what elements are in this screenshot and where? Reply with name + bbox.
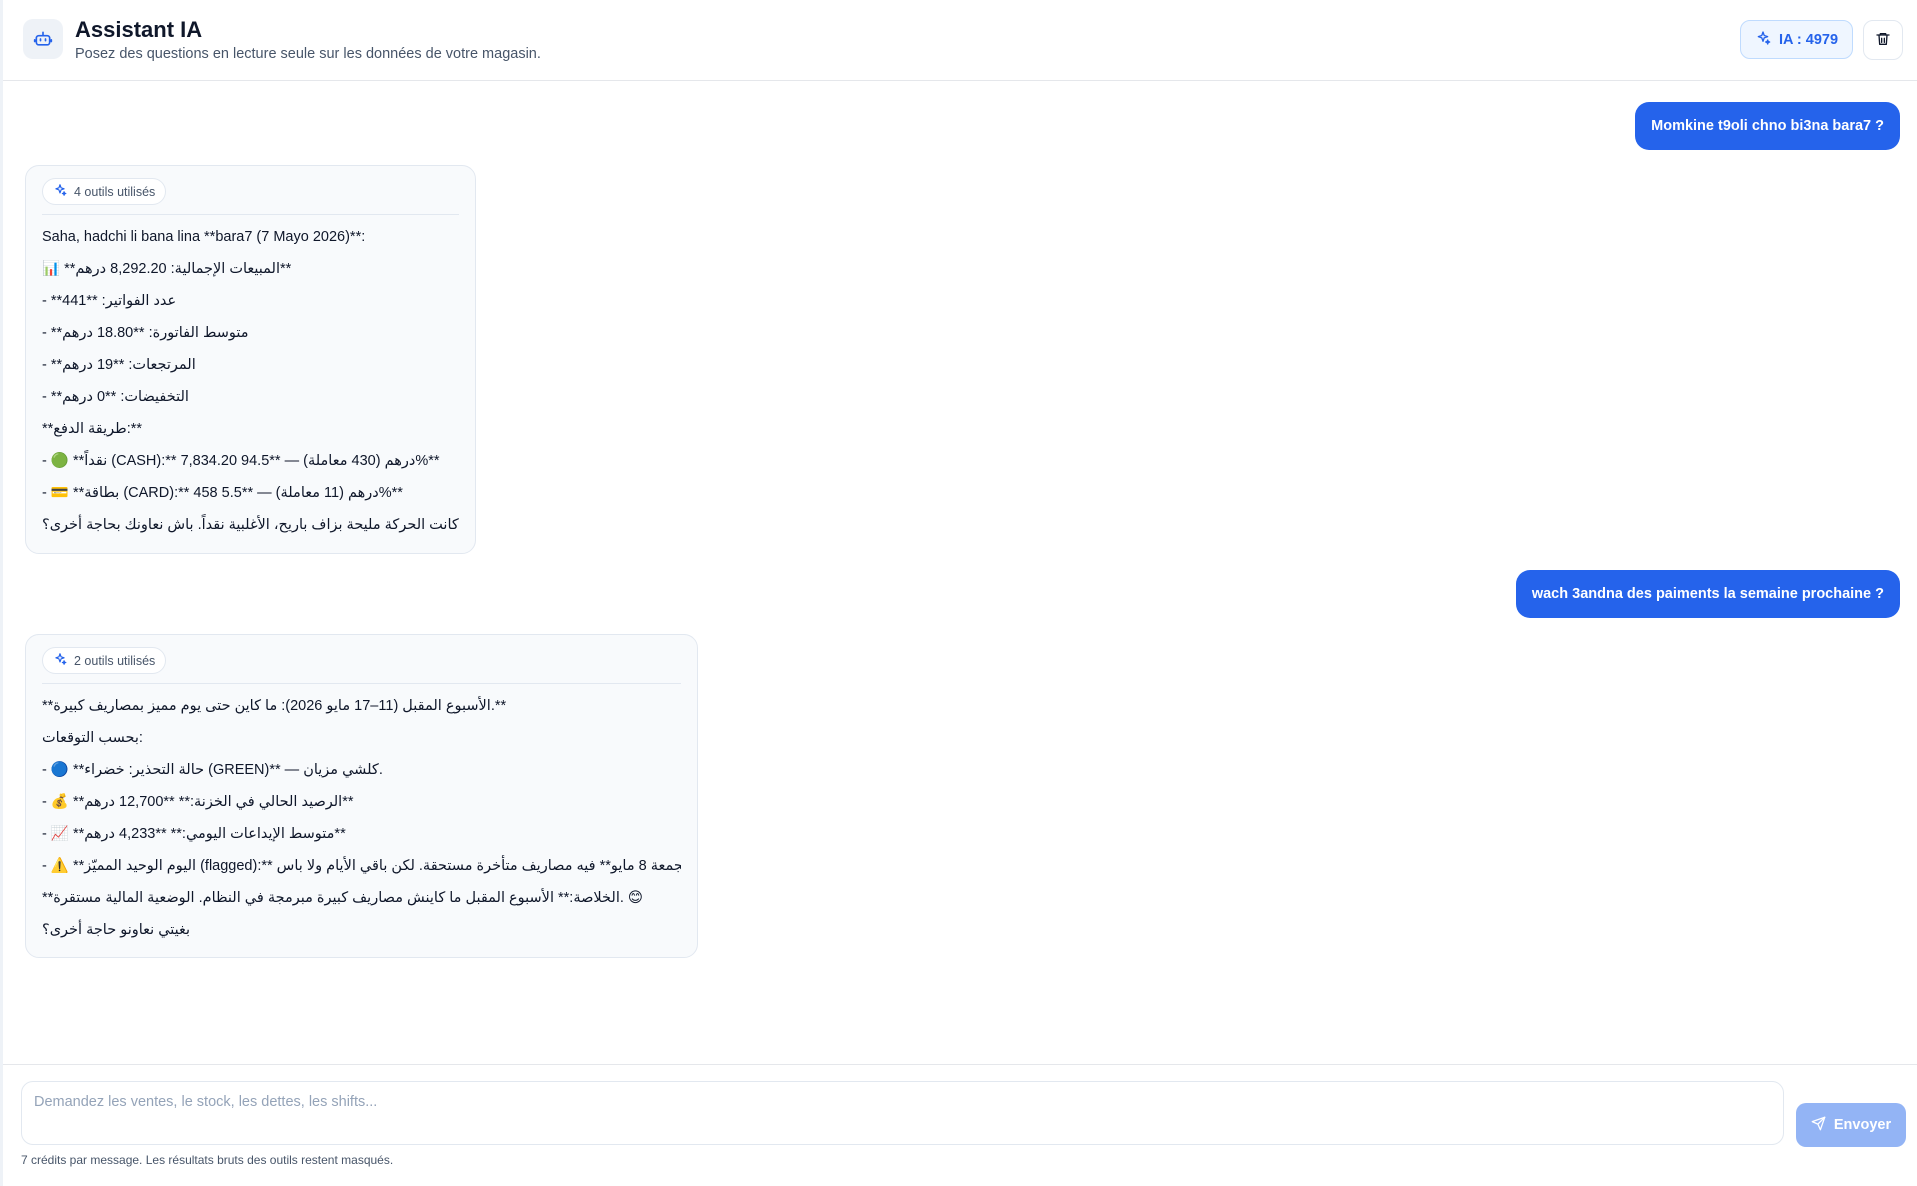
card-divider: [42, 683, 681, 684]
assistant-line: **الخلاصة:** الأسبوع المقبل ما كاينش مصا…: [42, 890, 644, 906]
assistant-line: - **عدد الفواتير: **441: [42, 293, 177, 309]
assistant-line: - **متوسط الفاتورة: **18.80 درهم: [42, 325, 249, 341]
assistant-line: 📊 **المبيعات الإجمالية: 8,292.20 درهم**: [42, 261, 292, 277]
chat-input[interactable]: [21, 1081, 1784, 1145]
footer-note: 7 crédits par message. Les résultats bru…: [21, 1153, 394, 1167]
assistant-line: - ⚠️ **اليوم الوحيد المميّز (flagged):**…: [42, 858, 681, 874]
assistant-line: **الأسبوع المقبل (11–17 مايو 2026): ما ك…: [42, 698, 507, 714]
assistant-line: Saha, hadchi li bana lina **bara7 (7 May…: [42, 229, 366, 245]
user-message-text: Momkine t9oli chno bi3na bara7 ?: [1651, 118, 1884, 134]
assistant-line: بحسب التوقعات:: [42, 730, 143, 746]
page-subtitle: Posez des questions en lecture seule sur…: [75, 46, 541, 62]
send-button[interactable]: Envoyer: [1796, 1103, 1906, 1147]
send-icon: [1811, 1116, 1826, 1135]
message-list[interactable]: Momkine t9oli chno bi3na bara7 ? 4 outil…: [3, 82, 1917, 1064]
tools-used-pill[interactable]: 2 outils utilisés: [42, 647, 167, 674]
user-message-text: wach 3andna des paiments la semaine proc…: [1531, 586, 1884, 602]
tools-used-pill[interactable]: 4 outils utilisés: [42, 178, 167, 205]
assistant-line: بغيتي نعاونو حاجة أخرى؟: [42, 922, 191, 938]
credits-badge[interactable]: IA : 4979: [1740, 20, 1853, 59]
assistant-line: **طريقة الدفع:**: [42, 421, 143, 437]
assistant-line: - **المرتجعات: **19 درهم: [42, 357, 196, 373]
assistant-line: - 💰 **الرصيد الحالي في الخزنة:** **12,70…: [42, 794, 354, 810]
user-message: Momkine t9oli chno bi3na bara7 ?: [1635, 102, 1900, 150]
assistant-line: - 🟢 **نقداً (CASH):** 7,834.20 درهم (430…: [42, 453, 440, 469]
sparkles-icon: [1755, 30, 1771, 50]
robot-icon: [23, 19, 63, 59]
header: Assistant IA Posez des questions en lect…: [3, 0, 1917, 81]
trash-icon: [1875, 31, 1891, 50]
assistant-line: كانت الحركة مليحة بزاف باريح، الأغلبية ن…: [42, 517, 459, 533]
send-label: Envoyer: [1833, 1117, 1892, 1133]
assistant-message: 4 outils utilisés Saha, hadchi li bana l…: [25, 165, 476, 554]
page-title: Assistant IA: [75, 17, 203, 42]
assistant-line: - 📈 **متوسط الإيداعات اليومي:** **4,233 …: [42, 826, 346, 842]
assistant-app: Assistant IA Posez des questions en lect…: [0, 0, 1917, 1186]
clear-chat-button[interactable]: [1863, 20, 1903, 60]
tools-used-label: 2 outils utilisés: [74, 653, 156, 668]
assistant-line: - 🔵 **حالة التحذير: خضراء (GREEN)** — كل…: [42, 762, 383, 778]
assistant-message: 2 outils utilisés **الأسبوع المقبل (11–1…: [25, 634, 698, 958]
card-divider: [42, 214, 459, 215]
credits-label: IA : 4979: [1778, 31, 1839, 48]
assistant-line: - **التخفيضات: **0 درهم: [42, 389, 189, 405]
composer: Envoyer 7 crédits par message. Les résul…: [3, 1064, 1917, 1186]
tools-used-label: 4 outils utilisés: [74, 184, 156, 199]
assistant-line: - 💳 **بطاقة (CARD):** 458 درهم (11 معامل…: [42, 485, 403, 501]
sparkles-icon: [53, 652, 67, 669]
user-message: wach 3andna des paiments la semaine proc…: [1515, 570, 1900, 618]
sparkles-icon: [53, 183, 67, 200]
